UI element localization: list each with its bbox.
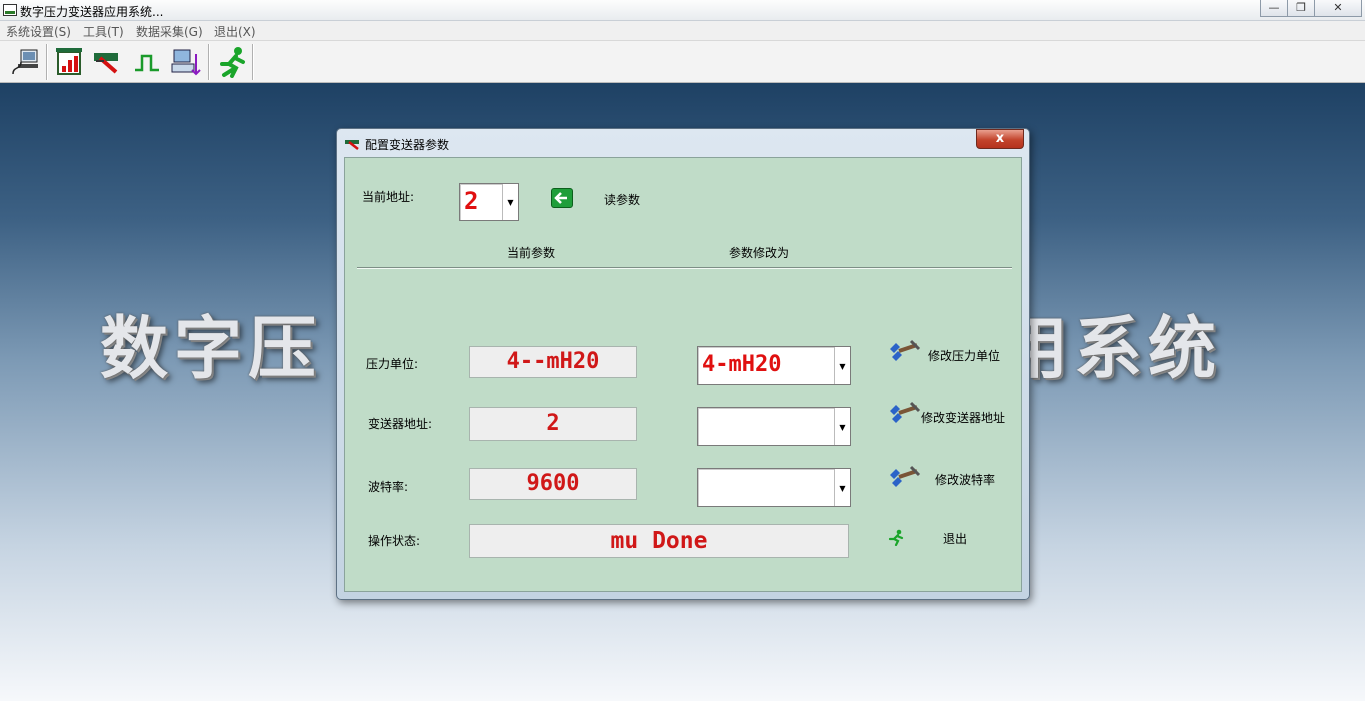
app-icon <box>3 4 17 16</box>
menu-tools[interactable]: 工具(T) <box>83 23 124 40</box>
dialog-close-button[interactable]: x <box>976 129 1024 149</box>
transmitter-config-icon <box>345 138 361 153</box>
minimize-button[interactable]: — <box>1260 0 1288 17</box>
chevron-down-icon[interactable]: ▼ <box>834 408 850 445</box>
status-value: mu Done <box>469 524 849 558</box>
divider <box>357 267 1012 269</box>
pressure-unit-new-value: 4-mH20 <box>702 352 782 377</box>
data-collect-icon[interactable] <box>170 44 202 78</box>
pulse-icon[interactable] <box>131 44 163 78</box>
modify-pressure-unit-button[interactable]: 修改压力单位 <box>928 347 1000 364</box>
modify-params-header: 参数修改为 <box>729 246 790 260</box>
exit-runner-icon[interactable] <box>216 44 248 78</box>
background-title-left: 数字压 <box>100 309 323 389</box>
modify-tool-icon[interactable] <box>887 465 921 493</box>
baud-rate-select[interactable]: ▼ <box>697 468 851 507</box>
exit-button[interactable]: 退出 <box>943 530 967 547</box>
toolbar-separator <box>208 44 210 80</box>
chevron-down-icon[interactable]: ▼ <box>834 469 850 506</box>
menu-exit[interactable]: 退出(X) <box>214 23 256 40</box>
toolbar-separator <box>46 44 48 80</box>
modify-baud-rate-button[interactable]: 修改波特率 <box>935 471 995 488</box>
port-settings-icon[interactable] <box>9 44 41 78</box>
transmitter-config-icon[interactable] <box>92 44 124 78</box>
pressure-unit-select[interactable]: 4-mH20 ▼ <box>697 346 851 385</box>
address-select[interactable]: 2 ▼ <box>459 183 519 221</box>
transmitter-address-label: 变送器地址: <box>368 417 433 431</box>
current-params-header: 当前参数 <box>507 246 556 260</box>
dialog-title: 配置变送器参数 <box>365 138 450 152</box>
pressure-unit-current: 4--mH20 <box>469 346 637 378</box>
back-arrow-icon[interactable] <box>551 188 573 208</box>
baud-rate-current: 9600 <box>469 468 637 500</box>
modify-address-button[interactable]: 修改变送器地址 <box>921 409 1005 426</box>
address-value: 2 <box>464 187 479 215</box>
chevron-down-icon[interactable]: ▼ <box>834 347 850 384</box>
background-title-right: 用系统 <box>1000 309 1223 389</box>
menu-data-collect[interactable]: 数据采集(G) <box>136 23 203 40</box>
menu-system-settings[interactable]: 系统设置(S) <box>6 23 71 40</box>
toolbar <box>0 41 1365 83</box>
transmitter-address-current: 2 <box>469 407 637 441</box>
chevron-down-icon[interactable]: ▼ <box>502 184 518 220</box>
read-params-button[interactable]: 读参数 <box>604 191 640 208</box>
baud-rate-label: 波特率: <box>368 480 409 494</box>
window-title: 数字压力变送器应用系统... <box>20 5 164 19</box>
modify-tool-icon[interactable] <box>887 401 921 429</box>
status-label: 操作状态: <box>368 534 421 548</box>
config-dialog: 配置变送器参数 x 当前地址: 2 ▼ 读参数 当前参数 参数修改为 压力单位:… <box>336 128 1030 600</box>
toolbar-separator <box>252 44 254 80</box>
title-bar: 数字压力变送器应用系统... — ❐ ✕ <box>0 0 1365 21</box>
close-button[interactable]: ✕ <box>1314 0 1362 17</box>
modify-tool-icon[interactable] <box>887 339 921 367</box>
transmitter-address-select[interactable]: ▼ <box>697 407 851 446</box>
exit-runner-icon[interactable] <box>887 528 905 547</box>
current-address-label: 当前地址: <box>362 190 415 204</box>
dialog-client-area: 当前地址: 2 ▼ 读参数 当前参数 参数修改为 压力单位: 4--mH20 4… <box>344 157 1022 592</box>
chart-icon[interactable] <box>54 44 86 78</box>
menu-bar: 系统设置(S) 工具(T) 数据采集(G) 退出(X) <box>0 21 1365 41</box>
restore-button[interactable]: ❐ <box>1287 0 1315 17</box>
pressure-unit-label: 压力单位: <box>366 357 419 371</box>
